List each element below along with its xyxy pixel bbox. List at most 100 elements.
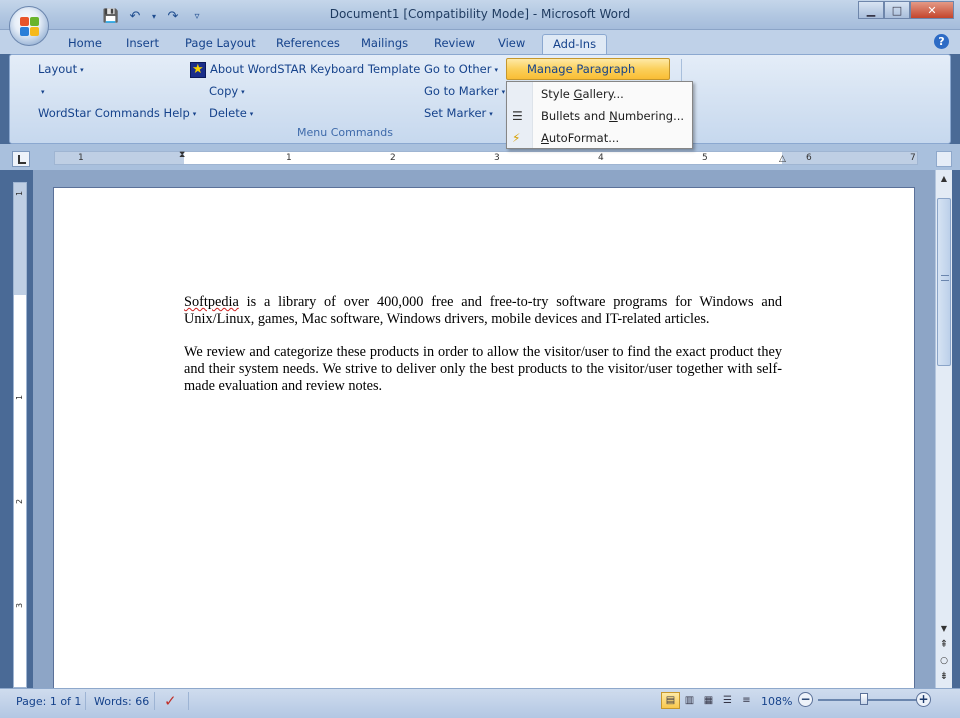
print-layout-view-icon[interactable]: ▤ [661, 692, 680, 709]
word-count[interactable]: Words: 66 [94, 695, 149, 708]
view-ruler-icon[interactable] [936, 151, 952, 167]
first-line-indent-marker[interactable]: ⧗ [179, 150, 185, 160]
zoom-slider-track[interactable] [818, 699, 918, 701]
ruler-number: 4 [598, 153, 604, 163]
go-to-other-label: Go to Other [424, 62, 492, 76]
layout-dropdown[interactable]: Layout ▾ [38, 59, 84, 79]
status-divider [85, 692, 86, 710]
menu-item-text: allery... [582, 87, 624, 101]
right-indent-marker[interactable]: △ [779, 154, 786, 164]
title-bar: 💾 ↶ ▾ ↷ ▿ Document1 [Compatibility Mode]… [0, 0, 960, 30]
ruler-number: 1 [78, 153, 84, 163]
ruler-number: 2 [390, 153, 396, 163]
tab-review[interactable]: Review [434, 34, 475, 54]
ruler-number: 6 [806, 153, 812, 163]
delete-dropdown[interactable]: Delete ▾ [209, 103, 253, 123]
window-title: Document1 [Compatibility Mode] - Microso… [329, 7, 631, 21]
scroll-down-button[interactable]: ▼ [937, 622, 951, 636]
vertical-ruler-number: 1 [15, 394, 25, 401]
document-area: Softpedia is a library of over 400,000 f… [33, 170, 935, 688]
vertical-ruler[interactable]: 1 1 2 3 [13, 182, 27, 688]
about-label: About WordSTAR Keyboard Template [210, 62, 421, 76]
wordstar-commands-help-dropdown[interactable]: WordStar Commands Help ▾ [38, 103, 196, 123]
paragraph-2: We review and categorize these products … [184, 344, 782, 394]
vertical-ruler-number: 2 [15, 498, 25, 505]
menu-item-text: Style [541, 87, 574, 101]
go-to-marker-dropdown[interactable]: Go to Marker ▾ [424, 81, 505, 101]
about-wordstar-button[interactable]: About WordSTAR Keyboard Template [190, 59, 421, 80]
vertical-ruler-top-margin [14, 183, 26, 295]
view-buttons: ▤ ▥ ▦ ☰ ≡ [661, 692, 756, 709]
help-icon[interactable]: ? [934, 34, 949, 49]
document-page[interactable]: Softpedia is a library of over 400,000 f… [53, 187, 915, 688]
go-to-marker-label: Go to Marker [424, 84, 499, 98]
copy-label: Copy [209, 84, 239, 98]
tab-page-layout[interactable]: Page Layout [185, 34, 256, 54]
tab-insert[interactable]: Insert [126, 34, 159, 54]
horizontal-ruler[interactable]: 1 1 2 3 4 5 6 7 ⧗ △ [54, 150, 918, 165]
menu-item-bullets-numbering[interactable]: ☰ Bullets and Numbering... [507, 105, 692, 127]
set-marker-label: Set Marker [424, 106, 487, 120]
menu-accelerator: A [541, 131, 549, 145]
draft-view-icon[interactable]: ≡ [737, 692, 756, 709]
go-to-other-dropdown[interactable]: Go to Other ▾ [424, 59, 498, 79]
tab-selector-button[interactable] [12, 151, 30, 167]
previous-page-button[interactable]: ⇞ [937, 638, 951, 652]
next-page-button[interactable]: ⇟ [937, 670, 951, 684]
chevron-down-icon: ▾ [80, 65, 84, 74]
ribbon-panel: Layout▾ ▾ WordStar Commands Help▾ About … [9, 54, 951, 144]
full-screen-reading-view-icon[interactable]: ▥ [680, 692, 699, 709]
paragraph-1-text: is a library of over 400,000 free and fr… [184, 294, 782, 327]
ribbon-tab-bar: Home Insert Page Layout References Maili… [0, 30, 960, 54]
chevron-down-icon: ▾ [249, 109, 254, 118]
outline-view-icon[interactable]: ☰ [718, 692, 737, 709]
menu-item-autoformat[interactable]: ⚡ AutoFormat... [507, 127, 692, 149]
paragraph-1: Softpedia is a library of over 400,000 f… [184, 294, 782, 328]
ruler-number: 7 [910, 153, 916, 163]
page-count[interactable]: Page: 1 of 1 [16, 695, 81, 708]
proofing-icon[interactable]: ✓ [164, 692, 177, 710]
manage-paragraph-styles-dropdown[interactable]: Manage Paragraph Styles▾ [506, 58, 670, 96]
zoom-level[interactable]: 108% [761, 695, 792, 708]
blank-dropdown[interactable]: ▾ [38, 81, 45, 101]
tab-references[interactable]: References [276, 34, 340, 54]
minimize-button[interactable]: ▁ [858, 1, 884, 19]
delete-label: Delete [209, 106, 247, 120]
menu-item-style-gallery[interactable]: Style Gallery... [507, 83, 692, 105]
status-divider [188, 692, 189, 710]
close-button[interactable]: ✕ [910, 1, 954, 19]
menu-item-text: umbering... [617, 109, 685, 123]
zoom-out-button[interactable]: − [798, 692, 813, 707]
select-browse-object-button[interactable]: ○ [937, 654, 951, 668]
ruler-number: 3 [494, 153, 500, 163]
scroll-up-button[interactable]: ▲ [937, 172, 951, 186]
window-controls: ▁ □ ✕ [858, 1, 954, 19]
bullets-numbering-icon: ☰ [512, 109, 523, 123]
chevron-down-icon: ▾ [241, 87, 245, 96]
paragraph-styles-menu: Style Gallery... ☰ Bullets and Numbering… [506, 81, 693, 149]
tab-mailings[interactable]: Mailings [361, 34, 408, 54]
chevron-down-icon: ▾ [41, 87, 45, 96]
chevron-down-icon: ▾ [494, 65, 498, 74]
scroll-grip [941, 275, 949, 281]
layout-label: Layout [38, 62, 78, 76]
ruler-right-margin [782, 152, 917, 164]
tab-add-ins[interactable]: Add-Ins [542, 34, 608, 54]
chevron-down-icon: ▾ [501, 87, 506, 96]
misspelled-word: Softpedia [184, 294, 239, 310]
scroll-thumb[interactable] [937, 198, 951, 366]
zoom-in-button[interactable]: + [916, 692, 931, 707]
tab-view[interactable]: View [498, 34, 525, 54]
set-marker-dropdown[interactable]: Set Marker ▾ [424, 103, 493, 123]
menu-item-text: Bullets and [541, 109, 610, 123]
tab-home[interactable]: Home [68, 34, 102, 54]
maximize-button[interactable]: □ [884, 1, 910, 19]
web-layout-view-icon[interactable]: ▦ [699, 692, 718, 709]
copy-dropdown[interactable]: Copy ▾ [209, 81, 245, 101]
zoom-slider-thumb[interactable] [860, 693, 868, 705]
vertical-ruler-number: 1 [15, 190, 25, 197]
office-button[interactable] [9, 6, 49, 46]
status-divider [154, 692, 155, 710]
chevron-down-icon: ▾ [192, 109, 197, 118]
vertical-scrollbar[interactable]: ▲ ▼ ⇞ ○ ⇟ [935, 170, 952, 688]
